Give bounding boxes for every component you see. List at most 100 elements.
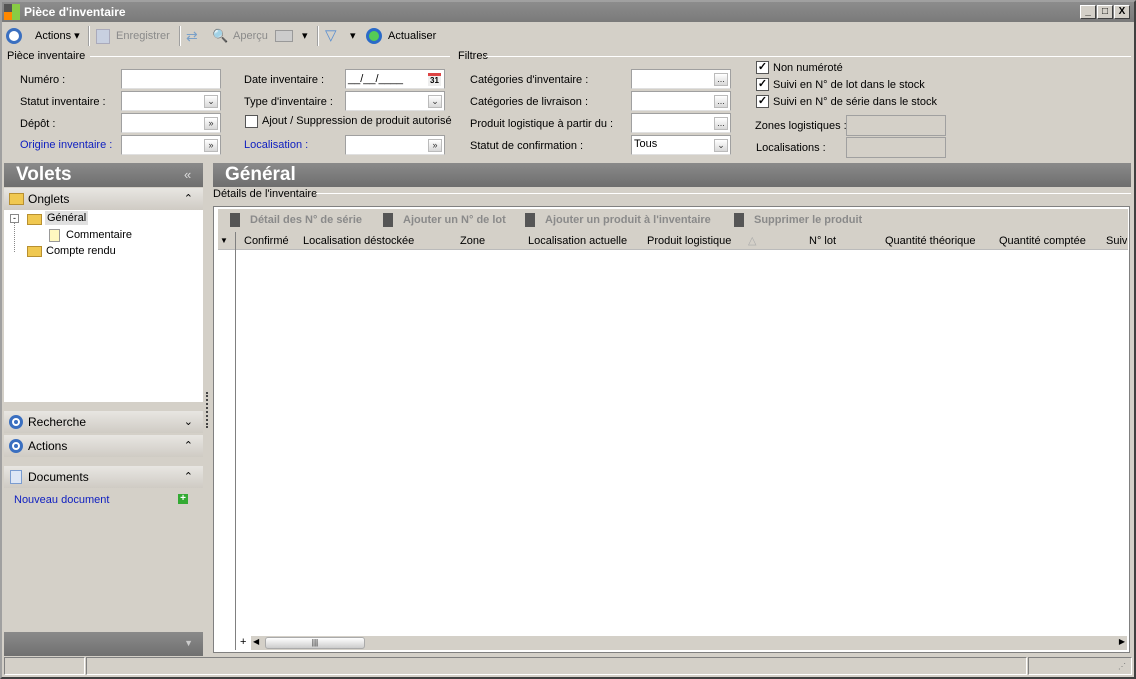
suivi-serie-label: Suivi en N° de série dans le stock (773, 96, 937, 108)
minimize-button[interactable]: _ (1080, 5, 1096, 19)
localisation-select[interactable]: » (345, 135, 445, 155)
ajout-checkbox[interactable] (245, 115, 258, 128)
statut-label: Statut inventaire : (20, 96, 106, 108)
onglets-bar[interactable]: Onglets ⌃ (4, 188, 203, 210)
filter-dropdown-icon[interactable]: ▾ (350, 26, 356, 46)
refresh-icon (366, 28, 382, 44)
sort-ascending-icon: △ (748, 235, 757, 247)
toolbar-separator (88, 26, 90, 46)
actions-panel-icon (9, 439, 23, 453)
toolbar-separator (317, 26, 319, 46)
ajout-label: Ajout / Suppression de produit autorisé (262, 115, 452, 127)
refresh-button[interactable]: Actualiser (388, 26, 436, 46)
preview-button[interactable]: Aperçu (233, 26, 268, 46)
collapse-icon[interactable]: « (184, 167, 191, 182)
statut-conf-select[interactable]: Tous ⌄ (631, 135, 731, 155)
column-header[interactable]: Zone (460, 234, 485, 248)
scroll-left-icon[interactable]: ◀ (253, 637, 259, 646)
recherche-label: Recherche (28, 415, 87, 429)
magnifier-icon: 🔍 (212, 28, 229, 43)
nouveau-document-link[interactable]: Nouveau document (14, 494, 109, 506)
documents-bar[interactable]: Documents ⌃ (4, 466, 203, 488)
localisation-link[interactable]: Localisation : (244, 139, 308, 151)
depot-select[interactable]: » (121, 113, 221, 133)
column-header[interactable]: Confirmé (244, 234, 289, 248)
expand-icon[interactable]: + (240, 636, 246, 648)
horizontal-scrollbar[interactable]: ◀ ||| ▶ (251, 636, 1127, 650)
recherche-icon (9, 415, 23, 429)
row-indicator-divider (235, 232, 236, 650)
close-button[interactable]: X (1114, 5, 1130, 19)
toolbar-separator (179, 26, 181, 46)
tree-item-general[interactable]: Général (45, 211, 89, 225)
suivi-serie-checkbox[interactable]: ✓ (756, 95, 769, 108)
tree-view: - Général Commentaire Compte rendu (4, 210, 203, 402)
ellipsis-button[interactable]: ... (714, 73, 728, 86)
column-header[interactable]: Produit logistique (647, 234, 731, 248)
origine-select[interactable]: » (121, 135, 221, 155)
ellipsis-button[interactable]: ... (714, 95, 728, 108)
cat-liv-input[interactable]: ... (631, 91, 731, 111)
statut-conf-label: Statut de confirmation : (470, 140, 584, 152)
statut-select[interactable]: ⌄ (121, 91, 221, 111)
print-icon[interactable] (275, 30, 293, 42)
serial-detail-button[interactable]: Détail des N° de série (250, 214, 362, 226)
add-product-button[interactable]: Ajouter un produit à l'inventaire (545, 214, 711, 226)
double-chevron-icon: » (204, 117, 218, 130)
onglets-label: Onglets (28, 192, 70, 206)
column-header[interactable]: Localisation actuelle (528, 234, 627, 248)
print-dropdown-icon[interactable]: ▾ (302, 26, 308, 46)
column-header[interactable]: Quantité théorique (885, 234, 976, 248)
chevron-up-icon: ⌃ (183, 193, 193, 205)
documents-icon (10, 470, 22, 484)
status-pane (4, 657, 85, 675)
ellipsis-button[interactable]: ... (714, 117, 728, 130)
general-header: Général (213, 163, 1131, 187)
origine-link[interactable]: Origine inventaire : (20, 139, 112, 151)
tree-line (14, 223, 15, 252)
panel-footer[interactable]: ▼ (4, 632, 203, 656)
actions-menu[interactable]: Actions ▾ (35, 26, 80, 46)
delete-product-button[interactable]: Supprimer le produit (754, 214, 862, 226)
tree-item-compte-rendu[interactable]: Compte rendu (46, 245, 116, 257)
numero-label: Numéro : (20, 74, 66, 86)
produit-input[interactable]: ... (631, 113, 731, 133)
double-chevron-icon: » (428, 139, 442, 152)
divider (90, 56, 450, 57)
numero-input[interactable] (121, 69, 221, 89)
column-header[interactable]: Suiv (1106, 234, 1127, 248)
recherche-bar[interactable]: Recherche ⌄ (4, 411, 203, 433)
column-chooser-icon[interactable]: ▼ (220, 234, 228, 248)
calendar-icon[interactable]: 31 (428, 73, 441, 86)
column-header[interactable]: Quantité comptée (999, 234, 1086, 248)
double-chevron-icon: » (204, 139, 218, 152)
add-lot-button[interactable]: Ajouter un N° de lot (403, 214, 506, 226)
serial-detail-icon (230, 213, 240, 227)
collapse-node-icon[interactable]: - (10, 214, 19, 223)
save-icon (96, 29, 110, 44)
cat-inv-input[interactable]: ... (631, 69, 731, 89)
add-lot-icon (383, 213, 393, 227)
app-logo-icon (4, 4, 20, 20)
actions-bar[interactable]: Actions ⌃ (4, 435, 203, 457)
localisations-input[interactable] (846, 137, 946, 158)
scroll-right-icon[interactable]: ▶ (1119, 637, 1125, 646)
save-button[interactable]: Enregistrer (116, 26, 170, 46)
add-icon[interactable]: + (178, 494, 188, 504)
zones-input[interactable] (846, 115, 946, 136)
sync-icon[interactable]: ⇄ (186, 26, 198, 46)
maximize-button[interactable]: □ (1097, 5, 1113, 19)
column-header[interactable]: N° lot (809, 234, 836, 248)
type-select[interactable]: ⌄ (345, 91, 445, 111)
volets-header: Volets (4, 163, 203, 187)
date-input[interactable]: __/__/____ 31 (345, 69, 445, 89)
resize-grip-icon[interactable]: ⋰ (1118, 662, 1126, 671)
suivi-lot-checkbox[interactable]: ✓ (756, 78, 769, 91)
folder-icon (27, 246, 42, 257)
filter-icon[interactable]: ▽ (325, 26, 337, 46)
scroll-thumb[interactable]: ||| (265, 637, 365, 649)
splitter-handle[interactable] (206, 392, 208, 428)
non-numerote-checkbox[interactable]: ✓ (756, 61, 769, 74)
column-header[interactable]: Localisation déstockée (303, 234, 414, 248)
tree-item-commentaire[interactable]: Commentaire (66, 229, 132, 241)
